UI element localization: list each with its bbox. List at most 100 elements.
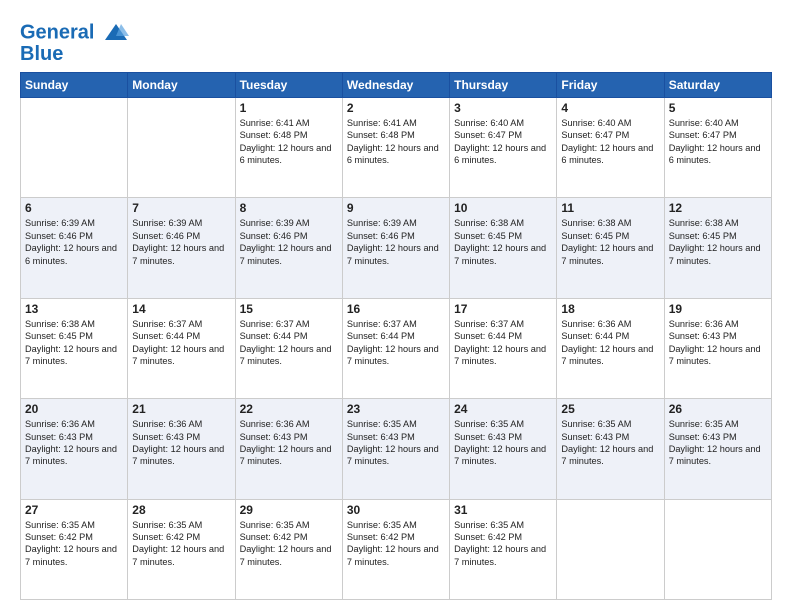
calendar-cell: 11 Sunrise: 6:38 AMSunset: 6:45 PMDayligh…	[557, 198, 664, 298]
day-number: 12	[669, 201, 767, 215]
cell-details: Sunrise: 6:39 AMSunset: 6:46 PMDaylight:…	[240, 217, 338, 267]
calendar-cell	[557, 499, 664, 599]
calendar-cell: 6Sunrise: 6:39 AMSunset: 6:46 PMDaylight…	[21, 198, 128, 298]
cell-details: Sunrise: 6:41 AMSunset: 6:48 PMDaylight:…	[347, 117, 445, 167]
day-number: 21	[132, 402, 230, 416]
day-number: 6	[25, 201, 123, 215]
cell-details: Sunrise: 6:41 AMSunset: 6:48 PMDaylight:…	[240, 117, 338, 167]
cell-details: Sunrise: 6:37 AMSunset: 6:44 PMDaylight:…	[454, 318, 552, 368]
weekday-header: Wednesday	[342, 73, 449, 98]
calendar-cell: 29 Sunrise: 6:35 AMSunset: 6:42 PMDayligh…	[235, 499, 342, 599]
calendar-cell: 24 Sunrise: 6:35 AMSunset: 6:43 PMDayligh…	[450, 399, 557, 499]
calendar-cell: 15 Sunrise: 6:37 AMSunset: 6:44 PMDayligh…	[235, 298, 342, 398]
cell-details: Sunrise: 6:36 AMSunset: 6:43 PMDaylight:…	[132, 418, 230, 468]
logo-text: General	[20, 22, 129, 44]
cell-details: Sunrise: 6:35 AMSunset: 6:42 PMDaylight:…	[132, 519, 230, 569]
day-number: 28	[132, 503, 230, 517]
weekday-header: Sunday	[21, 73, 128, 98]
weekday-header: Monday	[128, 73, 235, 98]
calendar-cell: 16 Sunrise: 6:37 AMSunset: 6:44 PMDayligh…	[342, 298, 449, 398]
day-number: 3	[454, 101, 552, 115]
day-number: 13	[25, 302, 123, 316]
day-number: 4	[561, 101, 659, 115]
cell-details: Sunrise: 6:38 AMSunset: 6:45 PMDaylight:…	[25, 318, 123, 368]
calendar-cell: 3 Sunrise: 6:40 AMSunset: 6:47 PMDaylight…	[450, 98, 557, 198]
calendar-week-row: 13 Sunrise: 6:38 AMSunset: 6:45 PMDayligh…	[21, 298, 772, 398]
cell-details: Sunrise: 6:39 AMSunset: 6:46 PMDaylight:…	[347, 217, 445, 267]
calendar-cell: 14 Sunrise: 6:37 AMSunset: 6:44 PMDayligh…	[128, 298, 235, 398]
calendar-cell: 18Sunrise: 6:36 AMSunset: 6:44 PMDayligh…	[557, 298, 664, 398]
day-number: 8	[240, 201, 338, 215]
cell-details: Sunrise: 6:37 AMSunset: 6:44 PMDaylight:…	[132, 318, 230, 368]
day-number: 5	[669, 101, 767, 115]
day-number: 27	[25, 503, 123, 517]
logo-icon	[103, 22, 129, 44]
calendar-week-row: 6 Sunrise: 6:39 AMSunset: 6:46 PMDaylight…	[21, 198, 772, 298]
day-number: 11	[561, 201, 659, 215]
calendar-cell: 4 Sunrise: 6:40 AMSunset: 6:47 PMDaylight…	[557, 98, 664, 198]
day-number: 19	[669, 302, 767, 316]
calendar-cell: 9 Sunrise: 6:39 AMSunset: 6:46 PMDaylight…	[342, 198, 449, 298]
day-number: 31	[454, 503, 552, 517]
weekday-header: Tuesday	[235, 73, 342, 98]
calendar-cell: 10Sunrise: 6:38 AMSunset: 6:45 PMDayligh…	[450, 198, 557, 298]
day-number: 23	[347, 402, 445, 416]
calendar-cell: 20Sunrise: 6:36 AMSunset: 6:43 PMDayligh…	[21, 399, 128, 499]
cell-details: Sunrise: 6:35 AMSunset: 6:43 PMDaylight:…	[347, 418, 445, 468]
day-number: 30	[347, 503, 445, 517]
header: General Blue	[20, 18, 772, 64]
day-number: 10	[454, 201, 552, 215]
cell-details: Sunrise: 6:35 AMSunset: 6:43 PMDaylight:…	[561, 418, 659, 468]
calendar-cell: 8 Sunrise: 6:39 AMSunset: 6:46 PMDaylight…	[235, 198, 342, 298]
day-number: 15	[240, 302, 338, 316]
calendar-cell: 17 Sunrise: 6:37 AMSunset: 6:44 PMDayligh…	[450, 298, 557, 398]
page: General Blue SundayMondayTuesdayWednesda…	[0, 0, 792, 612]
cell-details: Sunrise: 6:36 AMSunset: 6:44 PMDaylight:…	[561, 318, 659, 368]
cell-details: Sunrise: 6:37 AMSunset: 6:44 PMDaylight:…	[240, 318, 338, 368]
calendar-week-row: 27 Sunrise: 6:35 AMSunset: 6:42 PMDayligh…	[21, 499, 772, 599]
day-number: 14	[132, 302, 230, 316]
day-number: 17	[454, 302, 552, 316]
cell-details: Sunrise: 6:35 AMSunset: 6:42 PMDaylight:…	[25, 519, 123, 569]
cell-details: Sunrise: 6:35 AMSunset: 6:42 PMDaylight:…	[240, 519, 338, 569]
cell-details: Sunrise: 6:40 AMSunset: 6:47 PMDaylight:…	[454, 117, 552, 167]
cell-details: Sunrise: 6:38 AMSunset: 6:45 PMDaylight:…	[561, 217, 659, 267]
cell-details: Sunrise: 6:37 AMSunset: 6:44 PMDaylight:…	[347, 318, 445, 368]
calendar-cell	[128, 98, 235, 198]
calendar-cell: 2 Sunrise: 6:41 AMSunset: 6:48 PMDaylight…	[342, 98, 449, 198]
day-number: 9	[347, 201, 445, 215]
day-number: 20	[25, 402, 123, 416]
calendar-cell: 5 Sunrise: 6:40 AMSunset: 6:47 PMDaylight…	[664, 98, 771, 198]
calendar-week-row: 20 Sunrise: 6:36 AMSunset: 6:43 PMDayligh…	[21, 399, 772, 499]
day-number: 26	[669, 402, 767, 416]
cell-details: Sunrise: 6:36 AMSunset: 6:43 PMDaylight:…	[240, 418, 338, 468]
calendar-cell: 7Sunrise: 6:39 AMSunset: 6:46 PMDaylight…	[128, 198, 235, 298]
calendar-cell: 12Sunrise: 6:38 AMSunset: 6:45 PMDayligh…	[664, 198, 771, 298]
cell-details: Sunrise: 6:35 AMSunset: 6:42 PMDaylight:…	[454, 519, 552, 569]
day-number: 29	[240, 503, 338, 517]
day-number: 25	[561, 402, 659, 416]
calendar-cell: 26 Sunrise: 6:35 AMSunset: 6:43 PMDayligh…	[664, 399, 771, 499]
cell-details: Sunrise: 6:40 AMSunset: 6:47 PMDaylight:…	[561, 117, 659, 167]
calendar-cell: 25 Sunrise: 6:35 AMSunset: 6:43 PMDayligh…	[557, 399, 664, 499]
weekday-header: Friday	[557, 73, 664, 98]
weekday-header: Saturday	[664, 73, 771, 98]
calendar-cell: 23 Sunrise: 6:35 AMSunset: 6:43 PMDayligh…	[342, 399, 449, 499]
day-number: 16	[347, 302, 445, 316]
calendar-header-row: SundayMondayTuesdayWednesdayThursdayFrid…	[21, 73, 772, 98]
calendar-cell: 30Sunrise: 6:35 AMSunset: 6:42 PMDayligh…	[342, 499, 449, 599]
calendar-cell: 1Sunrise: 6:41 AMSunset: 6:48 PMDaylight…	[235, 98, 342, 198]
day-number: 2	[347, 101, 445, 115]
cell-details: Sunrise: 6:35 AMSunset: 6:43 PMDaylight:…	[669, 418, 767, 468]
calendar-cell: 22 Sunrise: 6:36 AMSunset: 6:43 PMDayligh…	[235, 399, 342, 499]
calendar-cell: 19 Sunrise: 6:36 AMSunset: 6:43 PMDayligh…	[664, 298, 771, 398]
logo: General Blue	[20, 22, 129, 64]
calendar-cell: 27 Sunrise: 6:35 AMSunset: 6:42 PMDayligh…	[21, 499, 128, 599]
cell-details: Sunrise: 6:36 AMSunset: 6:43 PMDaylight:…	[669, 318, 767, 368]
calendar-cell: 28 Sunrise: 6:35 AMSunset: 6:42 PMDayligh…	[128, 499, 235, 599]
cell-details: Sunrise: 6:40 AMSunset: 6:47 PMDaylight:…	[669, 117, 767, 167]
cell-details: Sunrise: 6:35 AMSunset: 6:43 PMDaylight:…	[454, 418, 552, 468]
day-number: 24	[454, 402, 552, 416]
weekday-header: Thursday	[450, 73, 557, 98]
day-number: 22	[240, 402, 338, 416]
